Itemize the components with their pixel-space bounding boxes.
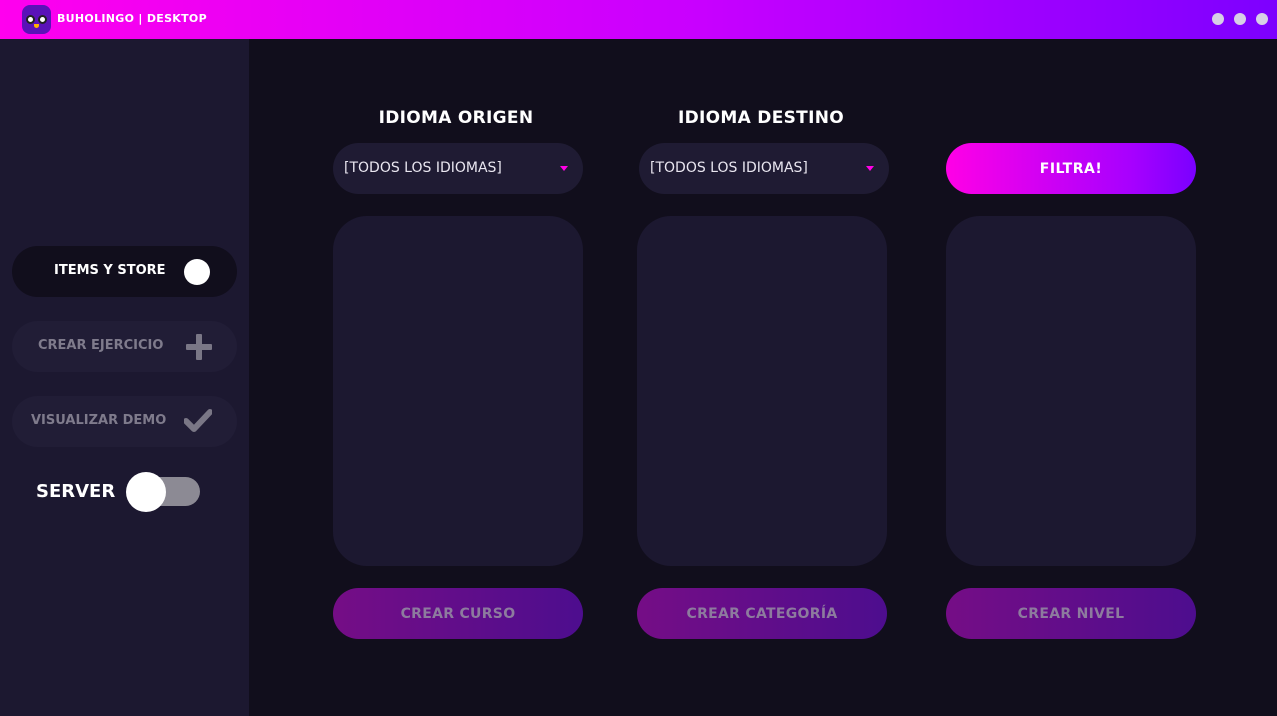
cursos-list-panel[interactable]: [333, 216, 583, 566]
plus-icon: [186, 334, 212, 360]
sidebar: ITEMS Y STORE CREAR EJERCICIO VISUALIZAR…: [0, 39, 249, 716]
server-label: SERVER: [36, 481, 116, 502]
sidebar-item-label: CREAR EJERCICIO: [38, 338, 164, 353]
filtra-button[interactable]: FILTRA!: [946, 143, 1196, 194]
close-button[interactable]: [1256, 13, 1268, 25]
idioma-destino-value: [TODOS LOS IDIOMAS]: [650, 160, 808, 176]
caret-down-icon: [560, 166, 568, 171]
owl-beak: [34, 24, 39, 28]
caret-down-icon: [866, 166, 874, 171]
sidebar-item-items-y-store[interactable]: ITEMS Y STORE: [12, 246, 237, 297]
idioma-origen-value: [TODOS LOS IDIOMAS]: [344, 160, 502, 176]
server-toggle-knob[interactable]: [126, 472, 166, 512]
maximize-button[interactable]: [1234, 13, 1246, 25]
sidebar-item-label: VISUALIZAR DEMO: [31, 413, 167, 428]
sidebar-item-visualizar-demo[interactable]: VISUALIZAR DEMO: [12, 396, 237, 447]
check-icon: [183, 408, 213, 434]
niveles-list-panel[interactable]: [946, 216, 1196, 566]
crear-curso-button[interactable]: CREAR CURSO: [333, 588, 583, 639]
crear-nivel-button[interactable]: CREAR NIVEL: [946, 588, 1196, 639]
app-title: BUHOLINGO | DESKTOP: [57, 12, 207, 25]
toggle-knob-icon: [184, 259, 210, 285]
idioma-origen-select[interactable]: [TODOS LOS IDIOMAS]: [333, 143, 583, 194]
owl-eye-right: [38, 15, 47, 24]
title-bar: BUHOLINGO | DESKTOP: [0, 0, 1277, 39]
minimize-button[interactable]: [1212, 13, 1224, 25]
owl-logo-icon: [22, 5, 51, 34]
idioma-destino-select[interactable]: [TODOS LOS IDIOMAS]: [639, 143, 889, 194]
categorias-list-panel[interactable]: [637, 216, 887, 566]
idioma-destino-heading: IDIOMA DESTINO: [678, 108, 844, 128]
crear-categoria-button[interactable]: CREAR CATEGORÍA: [637, 588, 887, 639]
sidebar-item-label: ITEMS Y STORE: [54, 263, 166, 278]
idioma-origen-heading: IDIOMA ORIGEN: [378, 108, 534, 128]
owl-eye-left: [26, 15, 35, 24]
sidebar-item-crear-ejercicio[interactable]: CREAR EJERCICIO: [12, 321, 237, 372]
